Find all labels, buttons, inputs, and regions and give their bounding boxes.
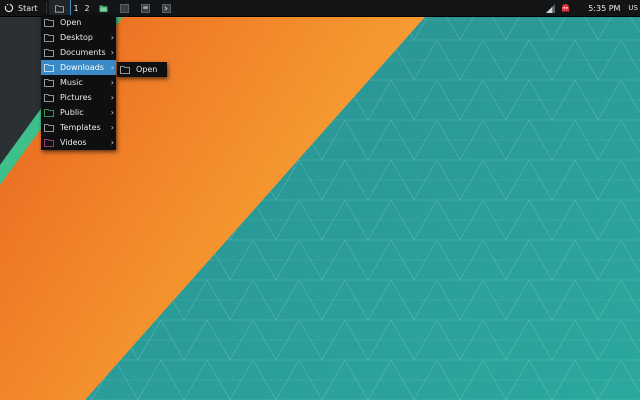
window-icon (140, 3, 150, 13)
clock[interactable]: 5:35 PM (588, 4, 620, 13)
menu-item-label: Music (60, 78, 83, 87)
signal-strength-icon[interactable] (546, 3, 556, 13)
window-icon (119, 3, 129, 13)
start-button[interactable]: Start (0, 0, 44, 16)
chevron-right-icon: › (110, 33, 114, 42)
folder-icon (44, 48, 54, 57)
top-panel: Start 1 2 5:35 PM US (0, 0, 640, 16)
places-menu: Open Desktop › Documents › Downloads › M… (41, 15, 116, 150)
chevron-right-icon: › (110, 93, 114, 102)
workspace-2-button[interactable]: 2 (82, 0, 93, 16)
submenu-item-open[interactable]: Open (117, 62, 167, 77)
folder-icon (44, 93, 54, 102)
menu-item-documents[interactable]: Documents › (41, 45, 116, 60)
folder-icon (44, 18, 54, 27)
menu-item-label: Public (60, 108, 84, 117)
folder-icon (54, 4, 64, 12)
folder-icon (44, 63, 54, 72)
menu-item-videos[interactable]: Videos › (41, 135, 116, 150)
chevron-right-icon: › (110, 78, 114, 87)
menu-item-label: Documents (60, 48, 106, 57)
folder-icon (44, 33, 54, 42)
panel-separator (45, 2, 47, 14)
menu-item-pictures[interactable]: Pictures › (41, 90, 116, 105)
menu-item-open[interactable]: Open (41, 15, 116, 30)
window-task-2[interactable] (135, 0, 156, 16)
places-launcher-button[interactable] (48, 0, 70, 16)
terminal-icon (161, 3, 171, 13)
start-label: Start (18, 3, 38, 13)
menu-item-label: Videos (60, 138, 87, 147)
folder-icon (120, 65, 130, 74)
menu-item-label: Templates (60, 123, 101, 132)
menu-item-label: Open (60, 18, 82, 27)
submenu-item-label: Open (136, 65, 158, 74)
keyboard-layout-indicator[interactable]: US (628, 4, 638, 12)
notification-app-icon[interactable] (561, 3, 570, 13)
start-menu-icon (4, 3, 14, 13)
system-tray (546, 3, 574, 13)
chevron-right-icon: › (110, 108, 114, 117)
chevron-right-icon: › (110, 63, 114, 72)
chevron-right-icon: › (110, 138, 114, 147)
menu-item-label: Pictures (60, 93, 92, 102)
menu-item-music[interactable]: Music › (41, 75, 116, 90)
workspace-1-button[interactable]: 1 (69, 0, 82, 16)
folder-icon (44, 108, 54, 117)
window-task-3[interactable] (156, 0, 177, 16)
downloads-submenu: Open (117, 62, 167, 77)
chevron-right-icon: › (110, 48, 114, 57)
menu-item-templates[interactable]: Templates › (41, 120, 116, 135)
folder-icon (44, 123, 54, 132)
menu-item-desktop[interactable]: Desktop › (41, 30, 116, 45)
window-task-1[interactable] (114, 0, 135, 16)
file-manager-icon (98, 4, 108, 12)
file-manager-task[interactable] (93, 0, 114, 16)
folder-icon (44, 138, 54, 147)
menu-item-label: Desktop (60, 33, 93, 42)
folder-icon (44, 78, 54, 87)
chevron-right-icon: › (110, 123, 114, 132)
menu-item-public[interactable]: Public › (41, 105, 116, 120)
menu-item-downloads[interactable]: Downloads › (41, 60, 116, 75)
menu-item-label: Downloads (60, 63, 104, 72)
